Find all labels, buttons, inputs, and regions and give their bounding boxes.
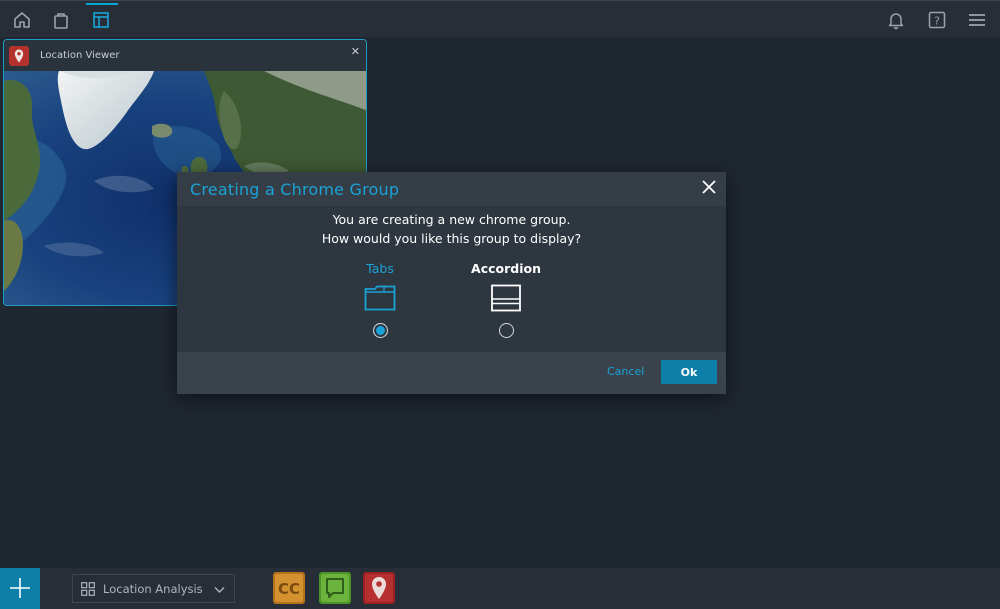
accordion-radio[interactable] [498,323,514,338]
add-button[interactable] [0,568,40,609]
create-chrome-group-dialog: Creating a Chrome Group You are creating… [177,172,726,394]
workspace-label: Location Analysis [103,581,203,596]
bell-icon[interactable] [886,10,906,30]
dialog-header: Creating a Chrome Group [177,172,726,206]
plus-icon [10,578,30,598]
viewer-titlebar[interactable]: Location Viewer ✕ [4,40,366,71]
menu-icon[interactable] [967,10,987,30]
tabs-option[interactable]: Tabs [335,261,425,338]
tabs-radio[interactable] [372,323,388,338]
tabs-option-label: Tabs [366,261,394,276]
ok-button[interactable]: Ok [661,360,717,384]
cc-app-glyph: CC [278,580,300,598]
active-tab-indicator [86,3,118,5]
bottom-toolbar: Location Analysis CC [0,568,1000,609]
cancel-button[interactable]: Cancel [607,365,644,378]
dialog-title: Creating a Chrome Group [190,179,400,199]
location-app-icon[interactable] [363,572,395,604]
layout-icon[interactable] [91,10,111,30]
cc-app-icon[interactable]: CC [273,572,305,604]
viewer-close-button[interactable]: ✕ [351,45,360,58]
chat-app-icon[interactable] [319,572,351,604]
bag-icon[interactable] [51,10,71,30]
close-icon[interactable] [702,180,716,194]
workspace-select[interactable]: Location Analysis [72,574,235,603]
grid-icon [81,581,95,596]
dialog-body: You are creating a new chrome group. How… [177,206,726,352]
map-pin-icon [9,45,29,66]
dialog-footer: Cancel Ok [177,352,726,394]
home-icon[interactable] [12,10,32,30]
top-toolbar: ? [0,0,1000,37]
accordion-icon [491,284,521,312]
tabs-folder-icon [364,285,396,311]
viewer-title: Location Viewer [40,50,120,61]
dialog-message-line-2: How would you like this group to display… [321,231,582,246]
help-glyph: ? [934,15,940,28]
accordion-option[interactable]: Accordion [461,261,551,338]
accordion-option-label: Accordion [471,261,541,276]
dialog-message-line-1: You are creating a new chrome group. [332,212,571,227]
help-icon[interactable]: ? [927,10,947,30]
chevron-down-icon [214,587,225,593]
